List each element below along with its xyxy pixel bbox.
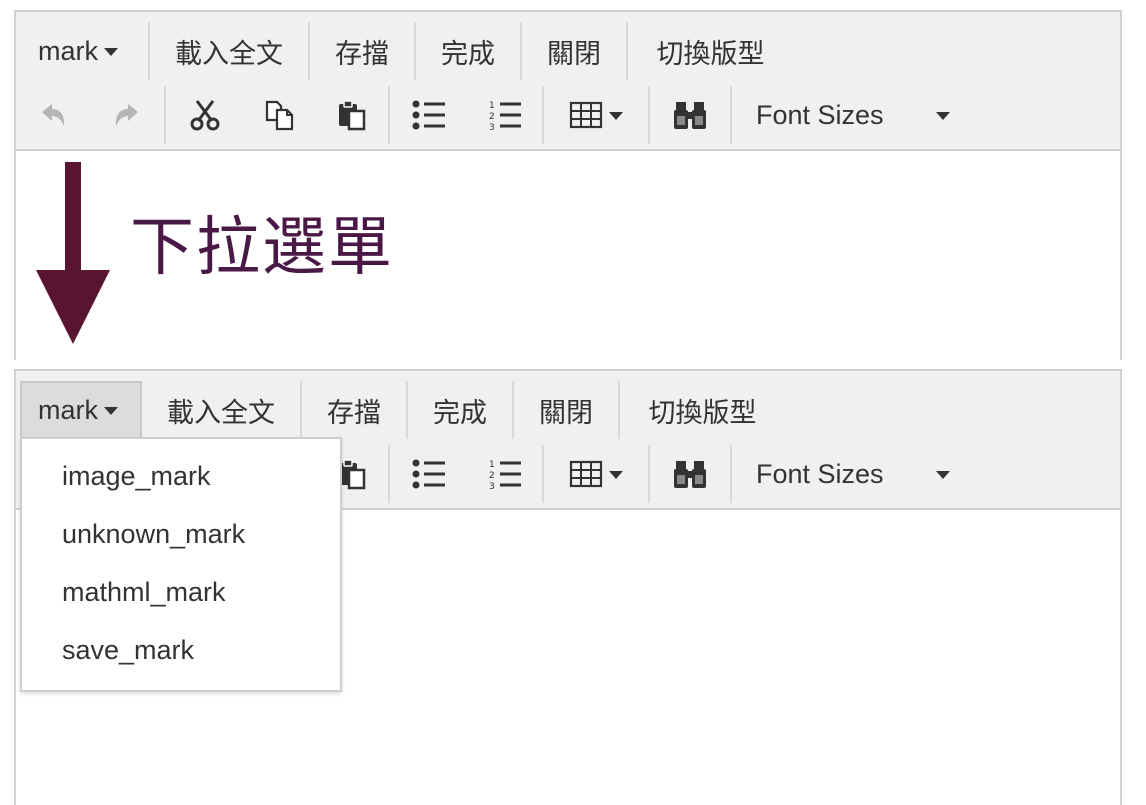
caret-down-icon [936,112,950,120]
svg-text:3: 3 [489,482,495,490]
redo-icon [115,104,138,126]
svg-text:1: 1 [489,460,495,470]
bullet-list-button[interactable] [390,445,468,503]
font-sizes-select[interactable]: Font Sizes [732,445,972,503]
font-sizes-label: Font Sizes [756,99,884,130]
close-button[interactable]: 關閉 [514,381,620,439]
switch-layout-button[interactable]: 切換版型 [620,381,785,439]
find-button[interactable] [650,445,730,503]
toolbar-row-top: 123 Font Sizes [16,84,1120,146]
paste-icon [339,100,366,131]
cut-button[interactable] [166,86,244,144]
caret-down-icon [104,407,118,415]
binoculars-icon [674,102,706,129]
find-button[interactable] [650,86,730,144]
bullet-list-button[interactable] [390,86,468,144]
editor-top: mark 載入全文 存擋 完成 關閉 切換版型 1 2 3 Font Sizes [14,10,1122,360]
menu-item-unknown-mark[interactable]: unknown_mark [22,505,340,563]
switch-layout-button[interactable]: 切換版型 [628,22,793,80]
down-arrow-annotation [36,162,110,344]
mark-menu-button-active[interactable]: mark [20,381,142,439]
annotation-label: 下拉選單 [130,211,394,285]
caret-down-icon [609,471,623,479]
close-button[interactable]: 關閉 [522,22,628,80]
save-button[interactable]: 存擋 [302,381,408,439]
svg-text:1: 1 [489,101,495,111]
table-icon [569,460,603,488]
menubar-top: mark 載入全文 存擋 完成 關閉 切換版型 [16,20,1120,82]
mark-menu-label: mark [38,394,98,425]
numbered-list-button[interactable]: 123 [468,445,542,503]
table-button[interactable] [544,86,648,144]
copy-icon [265,100,294,131]
mark-dropdown-menu: image_mark unknown_mark mathml_mark save… [20,437,342,692]
done-button[interactable]: 完成 [416,22,522,80]
paste-button[interactable] [316,86,388,144]
toolbar-top: mark 載入全文 存擋 完成 關閉 切換版型 1 2 3 Font Sizes [16,12,1120,151]
undo-icon [42,104,65,126]
cut-icon [190,100,220,131]
done-button[interactable]: 完成 [408,381,514,439]
caret-down-icon [104,48,118,56]
table-icon [569,101,603,129]
mark-menu-button[interactable]: mark [16,22,150,80]
mark-menu-label: mark [38,35,98,66]
numbered-list-icon: 123 [489,101,521,131]
table-button[interactable] [544,445,648,503]
numbered-list-button[interactable]: 123 [468,86,542,144]
caret-down-icon [609,112,623,120]
font-sizes-select[interactable]: Font Sizes [732,86,972,144]
font-sizes-label: Font Sizes [756,458,884,489]
menu-item-image-mark[interactable]: image_mark [22,447,340,505]
undo-button[interactable] [16,86,90,144]
redo-button[interactable] [90,86,164,144]
copy-button[interactable] [244,86,316,144]
svg-text:2: 2 [489,112,495,122]
numbered-list-icon: 123 [489,460,521,490]
bullet-list-icon [412,100,445,130]
load-full-text-button[interactable]: 載入全文 [150,22,310,80]
save-button[interactable]: 存擋 [310,22,416,80]
load-full-text-button[interactable]: 載入全文 [142,381,302,439]
bullet-list-icon [412,459,445,489]
menu-item-save-mark[interactable]: save_mark [22,621,340,679]
menubar-bottom: mark 載入全文 存擋 完成 關閉 切換版型 [16,379,1120,441]
menu-item-mathml-mark[interactable]: mathml_mark [22,563,340,621]
svg-text:3: 3 [489,123,495,131]
caret-down-icon [936,471,950,479]
binoculars-icon [674,461,706,488]
svg-text:2: 2 [489,471,495,481]
